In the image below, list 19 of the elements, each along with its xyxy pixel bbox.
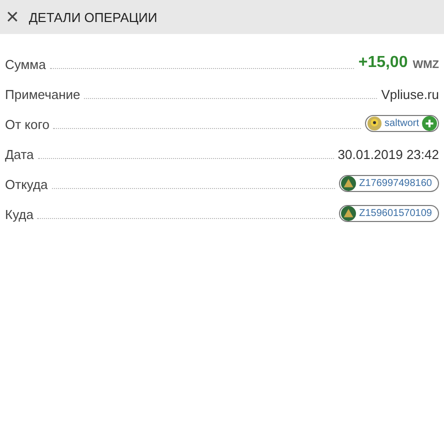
pyramid-icon <box>341 176 356 191</box>
currency-unit: WMZ <box>412 59 439 71</box>
field-label: Примечание <box>5 87 80 102</box>
field-value: 30.01.2019 23:42 <box>338 147 439 162</box>
amount-value: +15,00 <box>358 54 408 72</box>
field-label: Куда <box>5 207 34 222</box>
close-icon[interactable]: × <box>6 6 19 28</box>
field-label: Дата <box>5 147 34 162</box>
purse-link[interactable]: Z176997498160 <box>339 175 439 192</box>
avatar-icon <box>366 116 382 131</box>
purse-link[interactable]: Z159601570109 <box>339 205 439 222</box>
window-title: ДЕТАЛИ ОПЕРАЦИИ <box>28 10 158 24</box>
user-link[interactable]: saltwort <box>364 115 439 132</box>
add-icon[interactable] <box>422 116 437 131</box>
field-value: Vpliuse.ru <box>381 87 439 102</box>
pyramid-icon <box>341 206 356 221</box>
field-label: Откуда <box>5 177 48 192</box>
field-label: Сумма <box>5 57 46 72</box>
field-label: От кого <box>5 117 50 132</box>
